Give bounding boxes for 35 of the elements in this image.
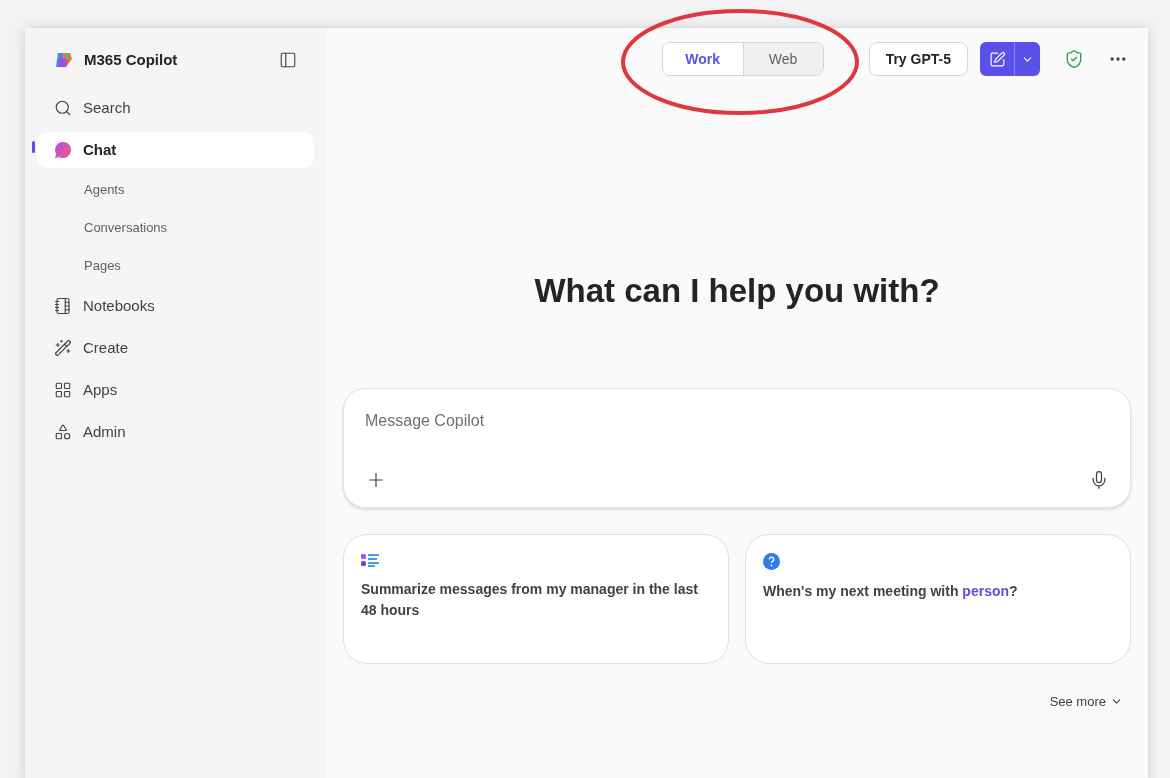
message-input[interactable]: Message Copilot (365, 408, 1109, 433)
see-more-button[interactable]: See more (1049, 691, 1123, 711)
nav-item[interactable]: Search (37, 90, 314, 126)
selection-indicator (32, 141, 35, 153)
suggestion-text: When's my next meeting with person? (763, 581, 1019, 601)
copilot-logo (54, 50, 74, 70)
nav-subitem[interactable]: Pages (84, 247, 121, 285)
app-title: M365 Copilot (84, 49, 178, 70)
suggestion-card[interactable]: When's my next meeting with person? (745, 533, 1131, 664)
nav-subitem[interactable]: Conversations (84, 209, 168, 247)
nav-item[interactable]: Chat (37, 132, 314, 168)
mode-tab[interactable]: Web (742, 43, 823, 75)
create-icon (54, 339, 72, 357)
try-model-button[interactable]: Try GPT-5 (868, 42, 968, 76)
chat-bubble-icon (54, 141, 72, 159)
compose-icon (988, 50, 1006, 68)
suggestion-card[interactable]: Summarize messages from my manager in the last 48 hours (343, 533, 729, 664)
new-chat-button[interactable] (980, 42, 1014, 76)
new-chat-dropdown[interactable] (1014, 42, 1040, 76)
nav-subitem[interactable]: Agents (84, 171, 125, 209)
nav-item[interactable]: Apps (37, 372, 314, 408)
main-heading: What can I help you with? (534, 271, 940, 311)
nav-item[interactable]: Create (37, 330, 314, 366)
search-icon (54, 99, 72, 117)
list-icon (361, 552, 379, 568)
notebook-icon (54, 297, 72, 315)
sidebar-toggle-icon[interactable] (279, 51, 297, 69)
mode-tab[interactable]: Work (662, 43, 743, 75)
shield-check-icon[interactable] (1064, 49, 1084, 69)
help-icon (763, 552, 780, 570)
suggestion-text: Summarize messages from my manager in the last 48 hours (361, 579, 699, 620)
apps-grid-icon (54, 381, 72, 399)
admin-icon (54, 423, 72, 441)
nav-item[interactable]: Notebooks (37, 288, 314, 324)
nav-item[interactable]: Admin (37, 414, 314, 450)
